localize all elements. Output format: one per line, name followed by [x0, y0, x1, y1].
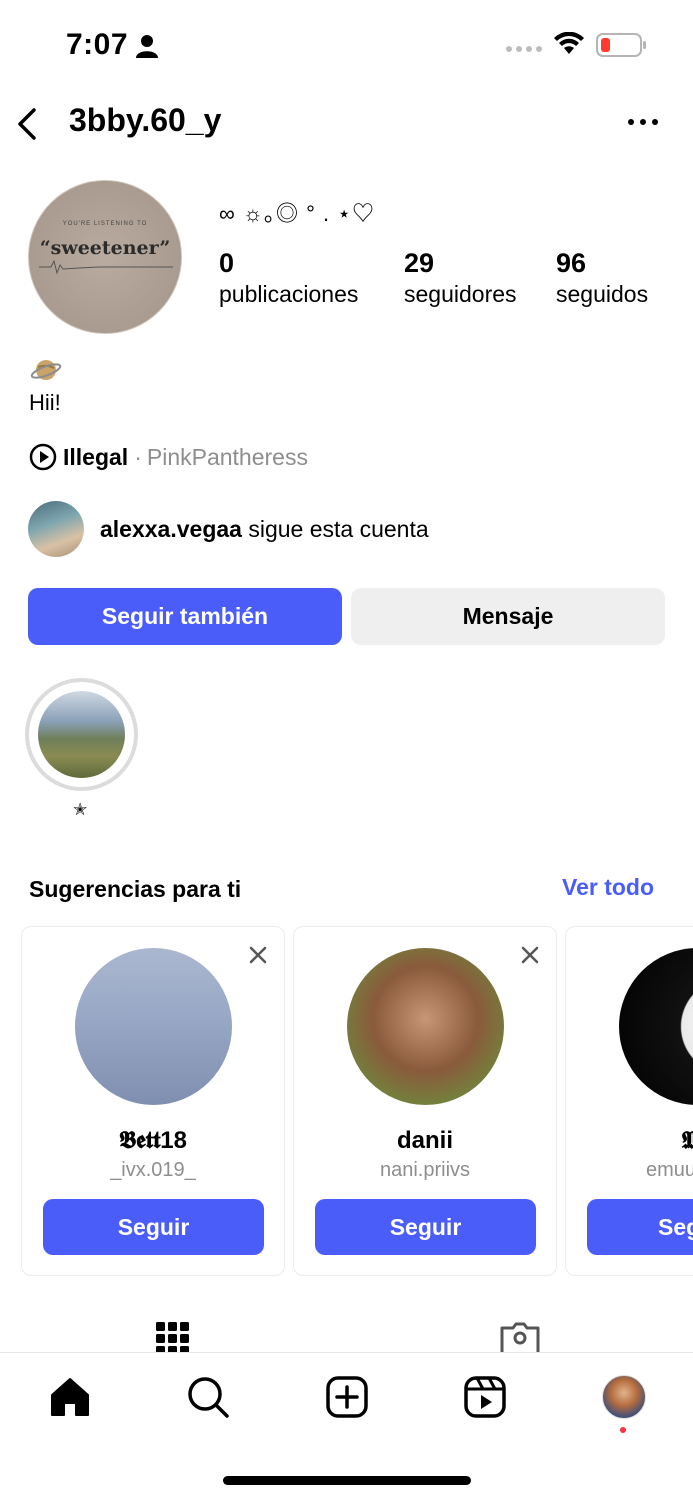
back-chevron-icon[interactable]: [14, 106, 42, 142]
status-bar: 7:07: [0, 0, 693, 92]
suggestions-title: Sugerencias para ti: [29, 876, 242, 902]
follow-button[interactable]: Seguir: [43, 1199, 264, 1255]
person-icon: [136, 35, 158, 58]
stat-label: publicaciones: [219, 281, 359, 307]
profile-music[interactable]: Illegal · PinkPantheress: [29, 442, 308, 472]
home-indicator: [223, 1476, 471, 1485]
stat-label: seguidores: [404, 281, 517, 307]
suggestion-name: 𝕭𝖊𝖙𝖙18: [118, 1127, 188, 1154]
suggestion-name: danii: [396, 1127, 453, 1154]
signal-dots-icon: [506, 46, 542, 52]
stat-followers[interactable]: 29 seguidores: [404, 248, 517, 308]
stat-label: seguidos: [556, 281, 649, 307]
suggestion-card[interactable]: danii nani.priivs Seguir: [293, 926, 557, 1276]
suggestion-card[interactable]: 𝕸 emuu Seguir: [565, 926, 693, 1276]
stat-value: 96: [556, 248, 587, 278]
notification-dot: [620, 1427, 626, 1433]
bottom-nav: [0, 1352, 693, 1500]
search-icon[interactable]: [186, 1375, 230, 1419]
suggestion-handle: _ivx.019_: [110, 1159, 196, 1181]
suggestion-name: 𝕸: [682, 1127, 693, 1155]
follow-button[interactable]: Seguir: [587, 1199, 693, 1255]
suggestion-avatar[interactable]: [347, 948, 504, 1105]
music-artist: PinkPantheress: [146, 443, 308, 470]
soundwave-icon: [39, 259, 173, 275]
stat-value: 29: [404, 248, 435, 278]
avatar-caption: YOU'RE LISTENING TO: [62, 221, 148, 227]
story-highlight[interactable]: [25, 678, 138, 791]
highlight-cover: [38, 691, 125, 778]
profile-avatar[interactable]: YOU'RE LISTENING TO “sweetener”: [28, 180, 182, 334]
stat-value: 0: [219, 248, 235, 278]
stat-following[interactable]: 96 seguidos: [556, 248, 648, 308]
highlight-label: ✭: [73, 800, 88, 819]
avatar-album-title: “sweetener”: [39, 237, 171, 259]
profile-header: 3bby.60_y: [0, 92, 693, 156]
display-name: ∞ ☼｡◎ ° . ⋆♡: [219, 201, 375, 226]
profile-avatar-tab[interactable]: [602, 1375, 646, 1419]
create-icon[interactable]: [325, 1375, 369, 1419]
grid-icon[interactable]: [156, 1322, 190, 1352]
message-button[interactable]: Mensaje: [351, 588, 665, 645]
suggestion-avatar[interactable]: [75, 948, 232, 1105]
wifi-icon: [554, 32, 584, 54]
follower-text: alexxa.vegaa sigue esta cuenta: [100, 516, 429, 543]
home-icon[interactable]: [48, 1375, 92, 1419]
follower-avatar[interactable]: [28, 501, 84, 557]
close-icon[interactable]: [248, 945, 268, 965]
play-circle-icon: [29, 443, 57, 471]
battery-low-icon: [596, 33, 646, 57]
reels-icon[interactable]: [463, 1375, 507, 1419]
close-icon[interactable]: [520, 945, 540, 965]
see-all-link[interactable]: Ver todo: [562, 874, 654, 901]
status-time: 7:07: [66, 28, 129, 61]
follower-suffix: sigue esta cuenta: [241, 515, 429, 542]
planet-icon: [30, 360, 62, 380]
music-separator: ·: [134, 443, 142, 470]
follow-button[interactable]: Seguir: [315, 1199, 536, 1255]
suggestion-card[interactable]: 𝕭𝖊𝖙𝖙18 _ivx.019_ Seguir: [21, 926, 285, 1276]
follow-back-button[interactable]: Seguir también: [28, 588, 342, 645]
page-title: 3bby.60_y: [69, 102, 222, 138]
suggestion-handle: nani.priivs: [379, 1159, 471, 1181]
mutual-follower[interactable]: alexxa.vegaa sigue esta cuenta: [28, 501, 429, 557]
follower-username[interactable]: alexxa.vegaa: [100, 516, 242, 542]
tagged-icon[interactable]: [499, 1322, 541, 1352]
bio-text: Hii!: [29, 390, 61, 415]
stat-posts[interactable]: 0 publicaciones: [219, 248, 358, 308]
more-horizontal-icon[interactable]: [626, 112, 660, 132]
suggestion-handle: emuu: [646, 1159, 693, 1181]
music-song-title: Illegal: [63, 443, 129, 470]
suggestion-avatar[interactable]: [619, 948, 693, 1105]
